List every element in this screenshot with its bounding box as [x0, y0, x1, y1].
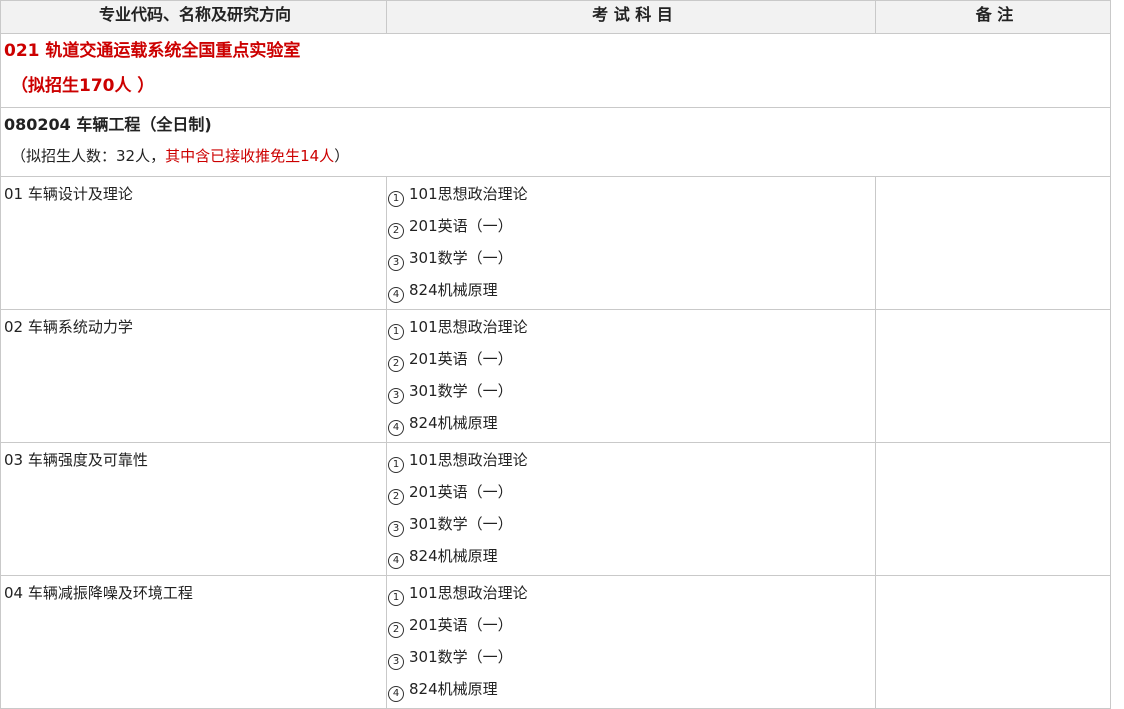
circled-number-icon: 3 — [388, 521, 404, 537]
exam-subject-label: 824机械原理 — [409, 680, 498, 698]
header-remarks: 备 注 — [875, 0, 1111, 34]
enrollment-suffix: ） — [334, 147, 350, 165]
exam-subject-label: 201英语（一） — [409, 616, 513, 634]
circled-number-icon: 2 — [388, 356, 404, 372]
exam-subject-label: 824机械原理 — [409, 414, 498, 432]
exempt-students-note: 其中含已接收推免生14人 — [165, 147, 335, 165]
exam-subject-label: 301数学（一） — [409, 648, 513, 666]
major-cell: 080204 车辆工程（全日制) （拟招生人数：32人，其中含已接收推免生14人… — [0, 107, 1111, 177]
exam-subject-item: 1 101思想政治理论 — [388, 447, 875, 479]
circled-number-icon: 4 — [388, 686, 404, 702]
direction-row: 02 车辆系统动力学 1 101思想政治理论 2 201英语（一） 3 301数学（一） 4 8… — [0, 309, 1111, 443]
header-major-code-name: 专业代码、名称及研究方向 — [0, 0, 387, 34]
circled-number-icon: 3 — [388, 388, 404, 404]
direction-row: 03 车辆强度及可靠性 1 101思想政治理论 2 201英语（一） 3 301数学（一） 4… — [0, 442, 1111, 576]
exam-subject-item: 3 301数学（一） — [388, 511, 875, 543]
lab-enrollment: （拟招生170人 ） — [11, 76, 155, 96]
exam-subject-item: 3 301数学（一） — [388, 644, 875, 676]
exam-subject-item: 2 201英语（一） — [388, 479, 875, 511]
remarks-cell — [875, 575, 1111, 709]
lab-name: 021 轨道交通运载系统全国重点实验室 — [4, 41, 301, 61]
lab-cell: 021 轨道交通运载系统全国重点实验室 （拟招生170人 ） — [0, 33, 1111, 108]
exam-subject-label: 101思想政治理论 — [409, 451, 528, 469]
exam-subject-item: 1 101思想政治理论 — [388, 314, 875, 346]
circled-number-icon: 1 — [388, 191, 404, 207]
circled-number-icon: 3 — [388, 654, 404, 670]
major-name: 080204 车辆工程（全日制) — [4, 115, 212, 134]
circled-number-icon: 1 — [388, 457, 404, 473]
exam-subject-item: 1 101思想政治理论 — [388, 181, 875, 213]
exam-subject-label: 201英语（一） — [409, 483, 513, 501]
directions-body: 01 车辆设计及理论 1 101思想政治理论 2 201英语（一） 3 301数学（一） 4 8… — [0, 176, 1111, 709]
exam-subject-item: 2 201英语（一） — [388, 346, 875, 378]
circled-number-icon: 3 — [388, 255, 404, 271]
major-row: 080204 车辆工程（全日制) （拟招生人数：32人，其中含已接收推免生14人… — [0, 107, 1111, 177]
exam-subject-item: 4 824机械原理 — [388, 543, 875, 575]
exam-subject-label: 101思想政治理论 — [409, 584, 528, 602]
remarks-cell — [875, 442, 1111, 576]
circled-number-icon: 2 — [388, 622, 404, 638]
circled-number-icon: 1 — [388, 324, 404, 340]
exam-subjects-cell: 1 101思想政治理论 2 201英语（一） 3 301数学（一） 4 824机械原理 — [386, 309, 876, 443]
exam-subject-label: 824机械原理 — [409, 547, 498, 565]
direction-name: 02 车辆系统动力学 — [0, 309, 387, 443]
exam-subject-label: 301数学（一） — [409, 382, 513, 400]
exam-subject-label: 301数学（一） — [409, 515, 513, 533]
major-enrollment: （拟招生人数：32人，其中含已接收推免生14人） — [4, 143, 1110, 169]
circled-number-icon: 4 — [388, 553, 404, 569]
exam-subject-item: 3 301数学（一） — [388, 245, 875, 277]
exam-subject-item: 4 824机械原理 — [388, 277, 875, 309]
header-row: 专业代码、名称及研究方向 考 试 科 目 备 注 — [0, 0, 1111, 34]
direction-name: 01 车辆设计及理论 — [0, 176, 387, 310]
exam-subject-label: 824机械原理 — [409, 281, 498, 299]
exam-subject-label: 101思想政治理论 — [409, 318, 528, 336]
exam-subject-label: 201英语（一） — [409, 217, 513, 235]
exam-subject-item: 3 301数学（一） — [388, 378, 875, 410]
exam-subject-label: 301数学（一） — [409, 249, 513, 267]
circled-number-icon: 2 — [388, 223, 404, 239]
lab-row: 021 轨道交通运载系统全国重点实验室 （拟招生170人 ） — [0, 33, 1111, 108]
remarks-cell — [875, 309, 1111, 443]
admissions-catalog-table: 专业代码、名称及研究方向 考 试 科 目 备 注 021 轨道交通运载系统全国重… — [0, 0, 1111, 709]
direction-row: 04 车辆减振降噪及环境工程 1 101思想政治理论 2 201英语（一） 3 301数学（… — [0, 575, 1111, 709]
exam-subject-item: 1 101思想政治理论 — [388, 580, 875, 612]
enrollment-prefix: （拟招生人数：32人， — [11, 147, 166, 165]
circled-number-icon: 4 — [388, 287, 404, 303]
direction-name: 04 车辆减振降噪及环境工程 — [0, 575, 387, 709]
exam-subject-item: 2 201英语（一） — [388, 612, 875, 644]
exam-subject-label: 201英语（一） — [409, 350, 513, 368]
exam-subject-item: 4 824机械原理 — [388, 410, 875, 442]
circled-number-icon: 1 — [388, 590, 404, 606]
exam-subject-item: 4 824机械原理 — [388, 676, 875, 708]
exam-subject-label: 101思想政治理论 — [409, 185, 528, 203]
direction-name: 03 车辆强度及可靠性 — [0, 442, 387, 576]
direction-row: 01 车辆设计及理论 1 101思想政治理论 2 201英语（一） 3 301数学（一） 4 8… — [0, 176, 1111, 310]
exam-subjects-cell: 1 101思想政治理论 2 201英语（一） 3 301数学（一） 4 824机械原理 — [386, 442, 876, 576]
exam-subjects-cell: 1 101思想政治理论 2 201英语（一） 3 301数学（一） 4 824机械原理 — [386, 575, 876, 709]
exam-subject-item: 2 201英语（一） — [388, 213, 875, 245]
circled-number-icon: 4 — [388, 420, 404, 436]
remarks-cell — [875, 176, 1111, 310]
exam-subjects-cell: 1 101思想政治理论 2 201英语（一） 3 301数学（一） 4 824机械原理 — [386, 176, 876, 310]
header-exam-subjects: 考 试 科 目 — [386, 0, 876, 34]
circled-number-icon: 2 — [388, 489, 404, 505]
